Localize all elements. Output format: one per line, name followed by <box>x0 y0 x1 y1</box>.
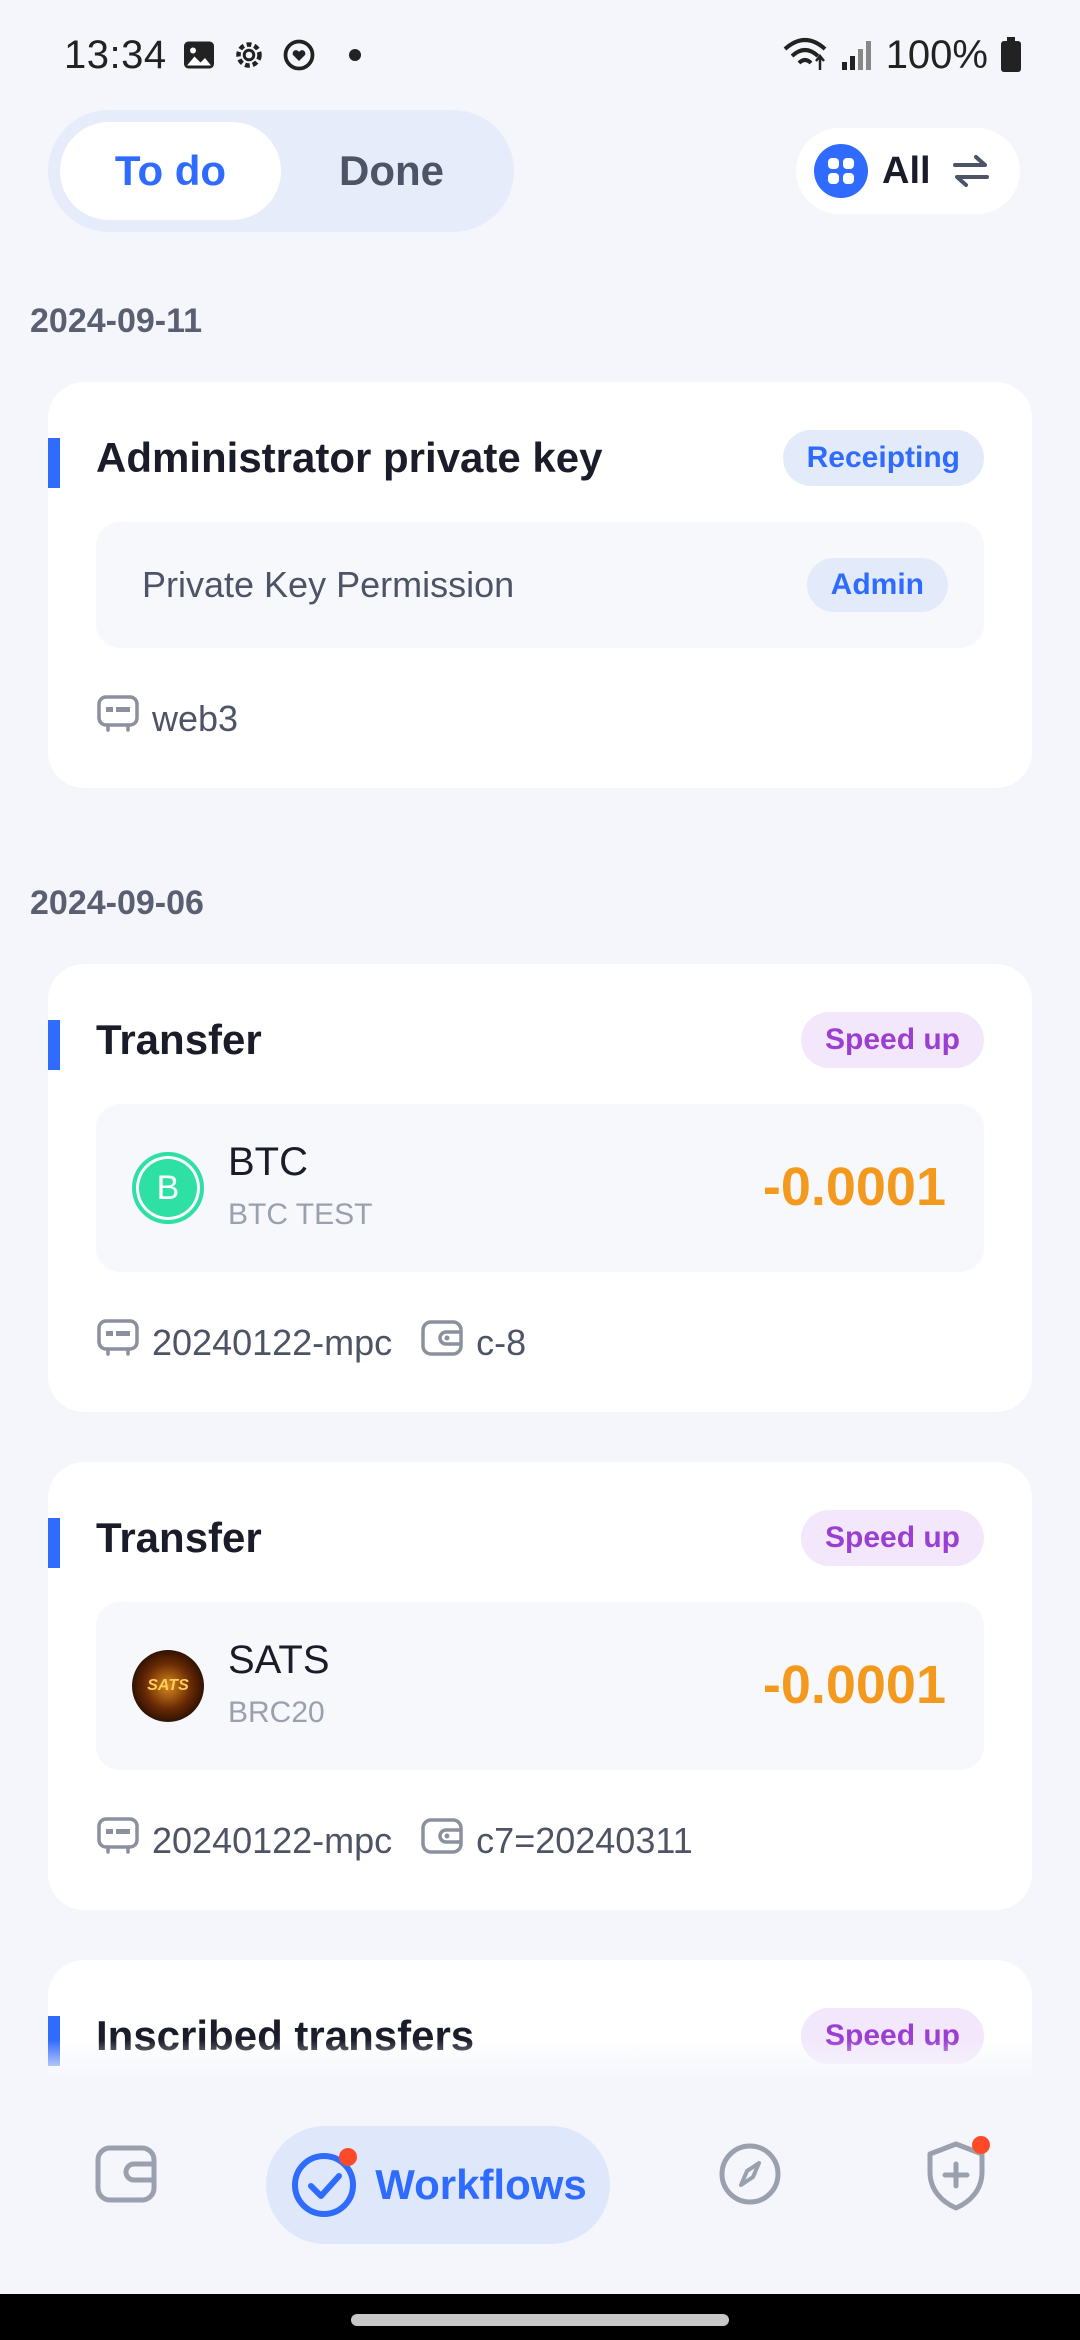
workflow-card[interactable]: Administrator private key Receipting Pri… <box>48 382 1032 788</box>
wallet-icon <box>94 2142 158 2211</box>
battery-percent: 100% <box>885 32 988 77</box>
status-badge: Speed up <box>800 1012 984 1068</box>
token-symbol: SATS <box>228 1638 330 1682</box>
date-label: 2024-09-11 <box>30 302 203 340</box>
workflow-card[interactable]: Transfer Speed up B BTC BTC TEST -0.0001… <box>48 964 1032 1412</box>
token-box: SATS SATS BRC20 -0.0001 <box>96 1602 984 1770</box>
meta-row: 20240122-mpc c7=20240311 <box>96 1814 707 1867</box>
swap-icon <box>951 151 991 191</box>
card-accent <box>48 438 60 488</box>
gallery-icon <box>181 37 217 73</box>
nav-discover[interactable] <box>714 2140 786 2212</box>
detail-label: Private Key Permission <box>142 564 515 605</box>
heart-sync-icon <box>281 37 317 73</box>
role-badge: Admin <box>806 558 948 612</box>
wifi-icon <box>782 35 828 75</box>
vault-name: web3 <box>152 697 239 739</box>
system-gesture-bar <box>0 2294 1080 2340</box>
status-bar: 13:34 100% <box>0 0 1080 110</box>
card-title: Transfer <box>96 1514 262 1561</box>
meta-item: 20240122-mpc <box>96 1316 392 1369</box>
workflow-check-icon <box>289 2148 359 2220</box>
shield-plus-icon <box>924 2136 990 2212</box>
tab-todo[interactable]: To do <box>60 122 281 220</box>
settings-icon <box>231 37 267 73</box>
wallet-name: c7=20240311 <box>476 1819 693 1861</box>
token-network: BRC20 <box>228 1696 325 1729</box>
vault-name: 20240122-mpc <box>152 1819 393 1861</box>
workflow-card[interactable]: Transfer Speed up SATS SATS BRC20 -0.000… <box>48 1462 1032 1910</box>
nav-security[interactable] <box>918 2136 994 2216</box>
vault-icon <box>96 692 140 745</box>
token-box: B BTC BTC TEST -0.0001 <box>96 1104 984 1272</box>
grid-icon <box>814 144 868 198</box>
meta-item: c7=20240311 <box>420 1814 693 1867</box>
nav-workflows-label: Workflows <box>375 2161 587 2208</box>
token-amount: -0.0001 <box>762 1655 946 1715</box>
nav-wallet[interactable] <box>90 2140 162 2212</box>
status-tabs: To do Done <box>48 110 514 232</box>
notification-badge <box>972 2136 990 2154</box>
card-title: Transfer <box>96 1016 262 1063</box>
compass-icon <box>717 2141 783 2212</box>
battery-icon <box>1000 37 1022 73</box>
filter-label: All <box>882 149 931 192</box>
status-left: 13:34 <box>64 33 361 78</box>
meta-item: 20240122-mpc <box>96 1814 392 1867</box>
meta-item: c-8 <box>420 1316 526 1369</box>
token-amount: -0.0001 <box>762 1157 946 1217</box>
card-accent <box>48 1020 60 1070</box>
vault-icon <box>96 1814 140 1867</box>
status-badge: Receipting <box>782 430 984 486</box>
card-title: Administrator private key <box>96 434 603 481</box>
bottom-nav: Workflows <box>0 2078 1080 2294</box>
token-network: BTC TEST <box>228 1198 373 1231</box>
vault-name: 20240122-mpc <box>152 1321 393 1363</box>
signal-icon <box>840 38 874 72</box>
date-label: 2024-09-06 <box>30 884 204 922</box>
status-right: 100% <box>782 33 1022 78</box>
filter-button[interactable]: All <box>796 128 1020 214</box>
detail-box: Private Key Permission Admin <box>96 522 984 648</box>
nav-workflows[interactable]: Workflows <box>266 2126 610 2244</box>
wallet-icon <box>420 1316 464 1369</box>
wallet-icon <box>420 1814 464 1867</box>
meta-row: web3 <box>96 692 252 745</box>
wallet-name: c-8 <box>476 1321 527 1363</box>
card-accent <box>48 1518 60 1568</box>
meta-item: web3 <box>96 692 238 745</box>
tab-done[interactable]: Done <box>281 122 502 220</box>
scroll-fade <box>0 2040 1080 2080</box>
notification-dot <box>348 49 361 61</box>
sats-token-icon: SATS <box>132 1650 204 1722</box>
vault-icon <box>96 1316 140 1369</box>
btc-token-icon: B <box>132 1152 204 1224</box>
meta-row: 20240122-mpc c-8 <box>96 1316 540 1369</box>
token-symbol: BTC <box>228 1140 308 1184</box>
status-time: 13:34 <box>64 32 167 77</box>
home-handle[interactable] <box>351 2314 729 2326</box>
status-badge: Speed up <box>800 1510 984 1566</box>
